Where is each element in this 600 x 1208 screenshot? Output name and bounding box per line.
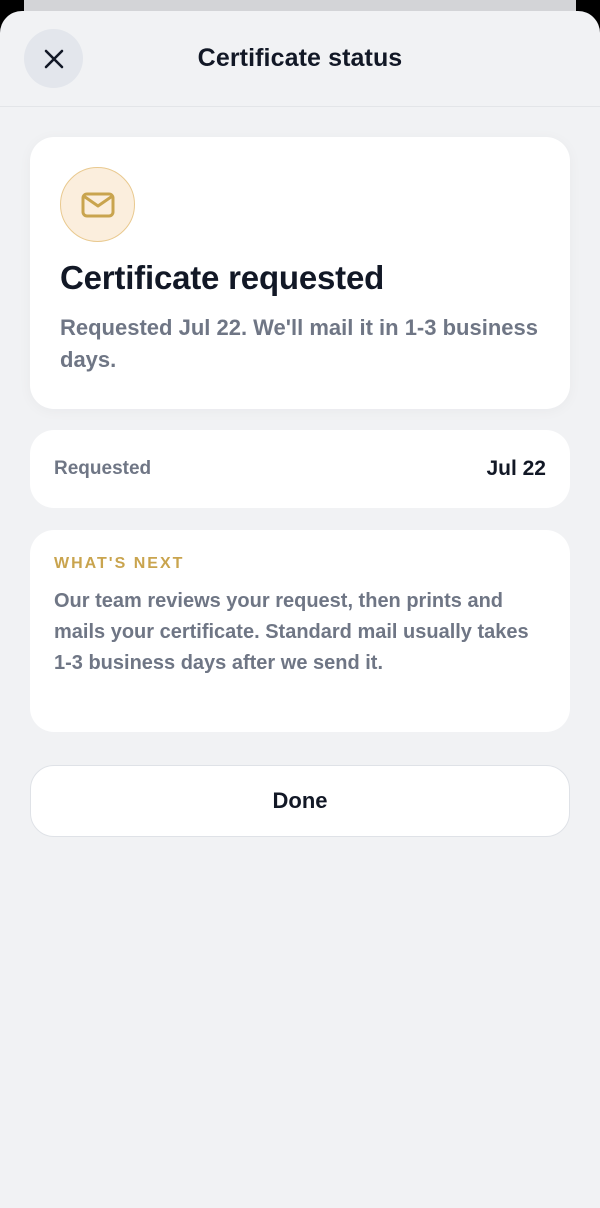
- mail-icon-badge: [60, 167, 135, 242]
- page-title: Certificate status: [197, 44, 403, 72]
- whats-next-body: Our team reviews your request, then prin…: [54, 590, 529, 674]
- requested-label: Requested: [54, 458, 152, 479]
- whats-next-card: WHAT'S NEXT Our team reviews your reques…: [30, 530, 570, 732]
- requested-date: Jul 22: [486, 457, 546, 480]
- done-button[interactable]: Done: [30, 765, 570, 837]
- mail-icon: [81, 192, 114, 217]
- requested-date-row: Requested Jul 22: [30, 430, 570, 508]
- status-description: Requested Jul 22. We'll mail it in 1-3 b…: [60, 315, 538, 372]
- whats-next-heading: WHAT'S NEXT: [54, 555, 185, 572]
- modal-header: Certificate status: [0, 11, 600, 107]
- status-title: Certificate requested: [60, 259, 385, 296]
- modal-sheet: Certificate status Certificate requested…: [0, 11, 600, 1208]
- status-card: Certificate requested Requested Jul 22. …: [30, 137, 570, 409]
